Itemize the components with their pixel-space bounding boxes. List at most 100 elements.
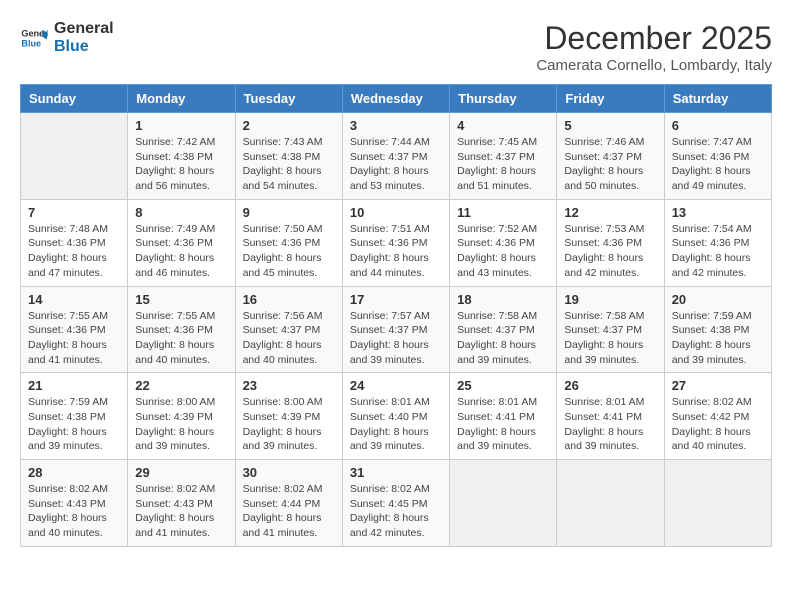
calendar-cell: 23 Sunrise: 8:00 AM Sunset: 4:39 PM Dayl…: [235, 373, 342, 460]
day-info: Sunrise: 8:00 AM Sunset: 4:39 PM Dayligh…: [135, 395, 227, 454]
sunrise: Sunrise: 8:02 AM: [350, 483, 430, 495]
daylight: Daylight: 8 hours and 39 minutes.: [564, 339, 643, 366]
sunrise: Sunrise: 7:59 AM: [672, 310, 752, 322]
daylight: Daylight: 8 hours and 39 minutes.: [672, 339, 751, 366]
day-info: Sunrise: 7:58 AM Sunset: 4:37 PM Dayligh…: [564, 309, 656, 368]
calendar-header: SundayMondayTuesdayWednesdayThursdayFrid…: [21, 85, 772, 113]
daylight: Daylight: 8 hours and 41 minutes.: [28, 339, 107, 366]
week-row-2: 7 Sunrise: 7:48 AM Sunset: 4:36 PM Dayli…: [21, 199, 772, 286]
calendar-cell: 27 Sunrise: 8:02 AM Sunset: 4:42 PM Dayl…: [664, 373, 771, 460]
sunrise: Sunrise: 7:59 AM: [28, 396, 108, 408]
daylight: Daylight: 8 hours and 39 minutes.: [350, 426, 429, 453]
logo-text-line1: General: [54, 20, 114, 38]
sunrise: Sunrise: 8:02 AM: [672, 396, 752, 408]
calendar-cell: 13 Sunrise: 7:54 AM Sunset: 4:36 PM Dayl…: [664, 199, 771, 286]
day-info: Sunrise: 7:55 AM Sunset: 4:36 PM Dayligh…: [28, 309, 120, 368]
day-number: 13: [672, 205, 764, 220]
daylight: Daylight: 8 hours and 43 minutes.: [457, 252, 536, 279]
sunset: Sunset: 4:36 PM: [135, 324, 213, 336]
day-info: Sunrise: 7:52 AM Sunset: 4:36 PM Dayligh…: [457, 222, 549, 281]
sunrise: Sunrise: 7:55 AM: [28, 310, 108, 322]
calendar-cell: 17 Sunrise: 7:57 AM Sunset: 4:37 PM Dayl…: [342, 286, 449, 373]
calendar-title: December 2025: [536, 20, 772, 57]
day-number: 3: [350, 118, 442, 133]
calendar-cell: [450, 460, 557, 547]
day-number: 12: [564, 205, 656, 220]
calendar-cell: 20 Sunrise: 7:59 AM Sunset: 4:38 PM Dayl…: [664, 286, 771, 373]
calendar-cell: 14 Sunrise: 7:55 AM Sunset: 4:36 PM Dayl…: [21, 286, 128, 373]
daylight: Daylight: 8 hours and 40 minutes.: [135, 339, 214, 366]
day-info: Sunrise: 7:53 AM Sunset: 4:36 PM Dayligh…: [564, 222, 656, 281]
sunrise: Sunrise: 7:46 AM: [564, 136, 644, 148]
day-number: 21: [28, 378, 120, 393]
day-info: Sunrise: 7:59 AM Sunset: 4:38 PM Dayligh…: [28, 395, 120, 454]
sunset: Sunset: 4:38 PM: [135, 151, 213, 163]
daylight: Daylight: 8 hours and 39 minutes.: [243, 426, 322, 453]
day-number: 4: [457, 118, 549, 133]
daylight: Daylight: 8 hours and 53 minutes.: [350, 165, 429, 192]
calendar-cell: 31 Sunrise: 8:02 AM Sunset: 4:45 PM Dayl…: [342, 460, 449, 547]
day-info: Sunrise: 8:01 AM Sunset: 4:41 PM Dayligh…: [564, 395, 656, 454]
day-number: 31: [350, 465, 442, 480]
sunset: Sunset: 4:43 PM: [135, 498, 213, 510]
day-info: Sunrise: 8:02 AM Sunset: 4:45 PM Dayligh…: [350, 482, 442, 541]
day-info: Sunrise: 7:51 AM Sunset: 4:36 PM Dayligh…: [350, 222, 442, 281]
sunset: Sunset: 4:41 PM: [457, 411, 535, 423]
daylight: Daylight: 8 hours and 42 minutes.: [564, 252, 643, 279]
daylight: Daylight: 8 hours and 45 minutes.: [243, 252, 322, 279]
day-info: Sunrise: 7:56 AM Sunset: 4:37 PM Dayligh…: [243, 309, 335, 368]
daylight: Daylight: 8 hours and 42 minutes.: [350, 512, 429, 539]
calendar-cell: 21 Sunrise: 7:59 AM Sunset: 4:38 PM Dayl…: [21, 373, 128, 460]
sunset: Sunset: 4:36 PM: [672, 237, 750, 249]
day-info: Sunrise: 7:54 AM Sunset: 4:36 PM Dayligh…: [672, 222, 764, 281]
calendar-cell: 7 Sunrise: 7:48 AM Sunset: 4:36 PM Dayli…: [21, 199, 128, 286]
calendar-cell: 12 Sunrise: 7:53 AM Sunset: 4:36 PM Dayl…: [557, 199, 664, 286]
day-number: 8: [135, 205, 227, 220]
sunset: Sunset: 4:36 PM: [28, 237, 106, 249]
day-number: 17: [350, 292, 442, 307]
day-info: Sunrise: 7:46 AM Sunset: 4:37 PM Dayligh…: [564, 135, 656, 194]
sunset: Sunset: 4:39 PM: [135, 411, 213, 423]
week-row-4: 21 Sunrise: 7:59 AM Sunset: 4:38 PM Dayl…: [21, 373, 772, 460]
day-number: 29: [135, 465, 227, 480]
calendar-cell: [557, 460, 664, 547]
day-number: 9: [243, 205, 335, 220]
sunrise: Sunrise: 7:42 AM: [135, 136, 215, 148]
day-number: 22: [135, 378, 227, 393]
header-day-monday: Monday: [128, 85, 235, 113]
week-row-1: 1 Sunrise: 7:42 AM Sunset: 4:38 PM Dayli…: [21, 113, 772, 200]
sunset: Sunset: 4:38 PM: [243, 151, 321, 163]
day-info: Sunrise: 8:01 AM Sunset: 4:40 PM Dayligh…: [350, 395, 442, 454]
calendar-cell: 30 Sunrise: 8:02 AM Sunset: 4:44 PM Dayl…: [235, 460, 342, 547]
day-info: Sunrise: 8:01 AM Sunset: 4:41 PM Dayligh…: [457, 395, 549, 454]
header-day-thursday: Thursday: [450, 85, 557, 113]
sunrise: Sunrise: 8:02 AM: [243, 483, 323, 495]
daylight: Daylight: 8 hours and 54 minutes.: [243, 165, 322, 192]
sunrise: Sunrise: 8:01 AM: [350, 396, 430, 408]
sunset: Sunset: 4:39 PM: [243, 411, 321, 423]
day-number: 25: [457, 378, 549, 393]
daylight: Daylight: 8 hours and 50 minutes.: [564, 165, 643, 192]
sunrise: Sunrise: 7:44 AM: [350, 136, 430, 148]
sunrise: Sunrise: 7:53 AM: [564, 223, 644, 235]
daylight: Daylight: 8 hours and 40 minutes.: [672, 426, 751, 453]
sunset: Sunset: 4:37 PM: [243, 324, 321, 336]
day-info: Sunrise: 7:43 AM Sunset: 4:38 PM Dayligh…: [243, 135, 335, 194]
day-number: 19: [564, 292, 656, 307]
day-info: Sunrise: 7:45 AM Sunset: 4:37 PM Dayligh…: [457, 135, 549, 194]
sunrise: Sunrise: 8:00 AM: [135, 396, 215, 408]
sunset: Sunset: 4:38 PM: [28, 411, 106, 423]
day-info: Sunrise: 7:58 AM Sunset: 4:37 PM Dayligh…: [457, 309, 549, 368]
calendar-cell: [21, 113, 128, 200]
daylight: Daylight: 8 hours and 47 minutes.: [28, 252, 107, 279]
logo: General Blue General Blue: [20, 20, 114, 55]
sunrise: Sunrise: 8:02 AM: [28, 483, 108, 495]
sunrise: Sunrise: 7:50 AM: [243, 223, 323, 235]
daylight: Daylight: 8 hours and 44 minutes.: [350, 252, 429, 279]
sunset: Sunset: 4:45 PM: [350, 498, 428, 510]
header: General Blue General Blue December 2025 …: [20, 20, 772, 74]
day-number: 26: [564, 378, 656, 393]
daylight: Daylight: 8 hours and 41 minutes.: [135, 512, 214, 539]
day-number: 18: [457, 292, 549, 307]
day-info: Sunrise: 8:00 AM Sunset: 4:39 PM Dayligh…: [243, 395, 335, 454]
